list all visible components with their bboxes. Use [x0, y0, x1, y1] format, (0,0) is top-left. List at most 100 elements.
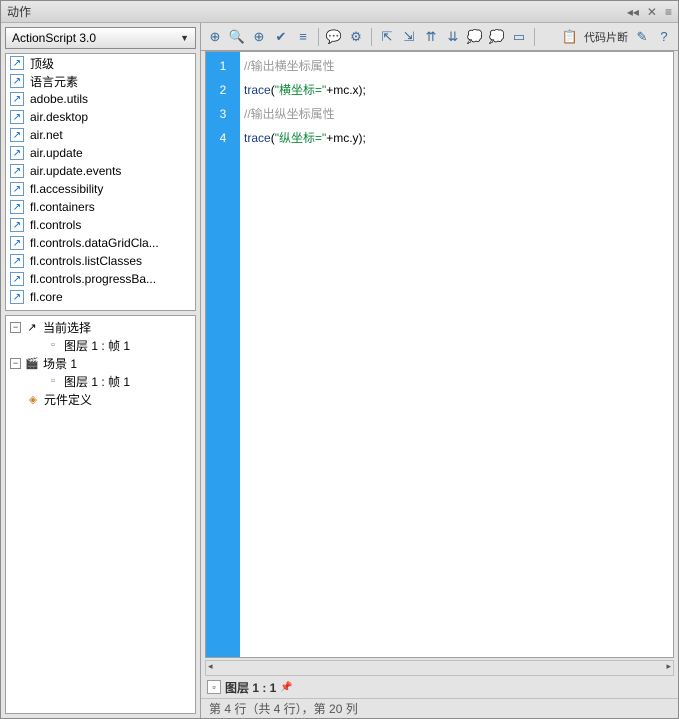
code-editor[interactable]: 1234 //输出横坐标属性 trace("横坐标="+mc.x); //输出纵… — [205, 51, 674, 658]
package-item[interactable]: ↗顶级 — [6, 54, 195, 72]
minus-icon[interactable]: − — [10, 322, 21, 333]
package-icon: ↗ — [10, 128, 24, 142]
package-icon: ↗ — [10, 56, 24, 70]
package-label: fl.controls.listClasses — [30, 254, 142, 268]
package-icon: ↗ — [10, 218, 24, 232]
package-label: fl.accessibility — [30, 182, 103, 196]
code-fn: trace — [244, 83, 271, 97]
tree-label: 当前选择 — [43, 319, 91, 336]
package-label: air.net — [30, 128, 63, 142]
add-icon[interactable]: ⊕ — [205, 27, 225, 47]
menu-icon[interactable]: ≡ — [665, 5, 672, 19]
package-icon: ↗ — [10, 236, 24, 250]
package-item[interactable]: ↗adobe.utils — [6, 90, 195, 108]
tree-scene[interactable]: − 🎬 场景 1 — [6, 354, 195, 372]
tree-label: 元件定义 — [44, 391, 92, 408]
tab-label[interactable]: 图层 1 : 1 — [225, 679, 276, 696]
document-icon[interactable]: ▫ — [207, 680, 221, 694]
editor-toolbar: ⊕ 🔍 ⊕ ✔ ≡ 💬 ⚙ ⇱ ⇲ ⇈ ⇊ 💭 💭 ▭ 📋 代码片断 — [201, 23, 678, 51]
tree-layer-item[interactable]: ▫ 图层 1 : 帧 1 — [6, 372, 195, 390]
package-label: fl.controls — [30, 218, 81, 232]
panel-header: 动作 ◂◂ ✕ ≡ — [1, 1, 678, 23]
hint-icon[interactable]: 💬 — [324, 27, 344, 47]
separator — [534, 28, 535, 46]
package-item[interactable]: ↗ fl.containers — [6, 198, 195, 216]
package-item[interactable]: ↗ air.net — [6, 126, 195, 144]
package-label: air.update — [30, 146, 83, 160]
package-label: 语言元素 — [30, 73, 78, 90]
package-item[interactable]: ↗ fl.controls — [6, 216, 195, 234]
package-item[interactable]: ↗ air.desktop — [6, 108, 195, 126]
dropdown-label: ActionScript 3.0 — [12, 31, 96, 45]
help-icon[interactable]: ? — [654, 27, 674, 47]
status-bar: 第 4 行（共 4 行），第 20 列 — [201, 698, 678, 718]
collapse-icon[interactable]: ◂◂ — [627, 5, 639, 19]
tree-current-selection[interactable]: − ↗ 当前选择 — [6, 318, 195, 336]
snippet-icon[interactable]: 📋 — [560, 27, 580, 47]
package-label: air.update.events — [30, 164, 121, 178]
minus-icon[interactable]: − — [10, 358, 21, 369]
package-icon: ↗ — [10, 146, 24, 160]
tree-symbol-def[interactable]: ◈ 元件定义 — [6, 390, 195, 408]
tree-label: 场景 1 — [43, 355, 77, 372]
chevron-down-icon: ▼ — [180, 33, 189, 43]
comment-icon[interactable]: 💭 — [465, 27, 485, 47]
package-item[interactable]: ↗ air.update — [6, 144, 195, 162]
expand-all-icon[interactable]: ⇊ — [443, 27, 463, 47]
package-label: fl.core — [30, 290, 63, 304]
close-icon[interactable]: ✕ — [647, 5, 657, 19]
editor-area: ⊕ 🔍 ⊕ ✔ ≡ 💬 ⚙ ⇱ ⇲ ⇈ ⇊ 💭 💭 ▭ 📋 代码片断 — [201, 23, 678, 718]
collapse-all-icon[interactable]: ⇈ — [421, 27, 441, 47]
package-icon: ↗ — [10, 290, 24, 304]
pin-icon[interactable]: 📌 — [280, 682, 292, 693]
package-label: air.desktop — [30, 110, 88, 124]
code-fn: trace — [244, 131, 271, 145]
tree-layer-item[interactable]: ▫ 图层 1 : 帧 1 — [6, 336, 195, 354]
format-icon[interactable]: ≡ — [293, 27, 313, 47]
package-item[interactable]: ↗ 语言元素 — [6, 72, 195, 90]
uncomment-icon[interactable]: 💭 — [487, 27, 507, 47]
tab-bar: ▫ 图层 1 : 1 📌 — [201, 676, 678, 698]
separator — [318, 28, 319, 46]
package-list[interactable]: ↗顶级↗语言元素↗adobe.utils↗air.desktop↗air.net… — [5, 53, 196, 311]
debug-icon[interactable]: ⚙ — [346, 27, 366, 47]
code-content[interactable]: //输出横坐标属性 trace("横坐标="+mc.x); //输出纵坐标属性 … — [240, 52, 673, 657]
package-icon: ↗ — [10, 254, 24, 268]
find-icon[interactable]: 🔍 — [227, 27, 247, 47]
package-item[interactable]: ↗air.update.events — [6, 162, 195, 180]
layer-icon: ▫ — [46, 374, 60, 388]
package-icon: ↗ — [10, 110, 24, 124]
scene-tree[interactable]: − ↗ 当前选择 ▫ 图层 1 : 帧 1 − 🎬 场景 1 ▫ 图层 1 : … — [5, 315, 196, 714]
language-dropdown[interactable]: ActionScript 3.0 ▼ — [5, 27, 196, 49]
snippet-label[interactable]: 代码片断 — [582, 29, 630, 45]
package-item[interactable]: ↗fl.accessibility — [6, 180, 195, 198]
target-icon[interactable]: ⊕ — [249, 27, 269, 47]
line-number: 4 — [206, 126, 240, 150]
package-item[interactable]: ↗ fl.controls.dataGridCla... — [6, 234, 195, 252]
package-icon: ↗ — [10, 200, 24, 214]
line-number: 2 — [206, 78, 240, 102]
code-string: "横坐标=" — [275, 83, 327, 97]
status-text: 第 4 行（共 4 行），第 20 列 — [209, 700, 358, 717]
package-item[interactable]: ↗ fl.core — [6, 288, 195, 306]
collapse-icon[interactable]: ⇱ — [377, 27, 397, 47]
tree-label: 图层 1 : 帧 1 — [64, 373, 130, 390]
left-sidebar: ActionScript 3.0 ▼ ↗顶级↗语言元素↗adobe.utils↗… — [1, 23, 201, 718]
package-label: fl.containers — [30, 200, 95, 214]
package-icon: ↗ — [10, 92, 24, 106]
separator — [371, 28, 372, 46]
package-item[interactable]: ↗ fl.controls.listClasses — [6, 252, 195, 270]
check-icon[interactable]: ✔ — [271, 27, 291, 47]
package-label: fl.controls.progressBa... — [30, 272, 156, 286]
expand-icon[interactable]: ⇲ — [399, 27, 419, 47]
line-gutter: 1234 — [206, 52, 240, 657]
wand-icon[interactable]: ✎ — [632, 27, 652, 47]
layer-icon: ▫ — [46, 338, 60, 352]
horizontal-scrollbar[interactable] — [205, 660, 674, 676]
package-label: fl.controls.dataGridCla... — [30, 236, 159, 250]
code-string: "纵坐标=" — [275, 131, 327, 145]
package-icon: ↗ — [10, 74, 24, 88]
package-item[interactable]: ↗fl.controls.progressBa... — [6, 270, 195, 288]
block-icon[interactable]: ▭ — [509, 27, 529, 47]
code-comment: //输出纵坐标属性 — [244, 107, 335, 121]
